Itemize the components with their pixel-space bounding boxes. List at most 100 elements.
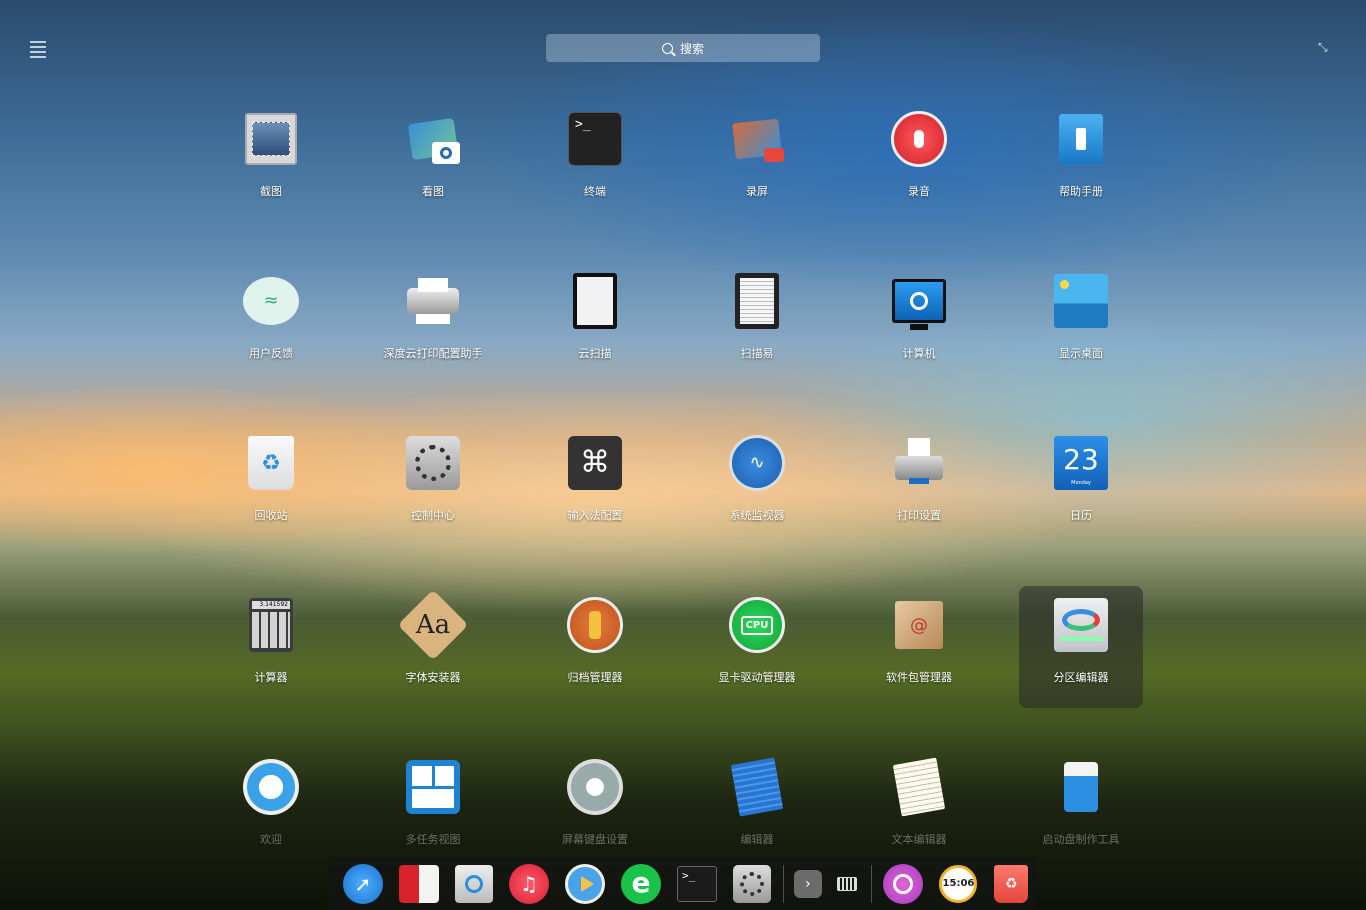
app-label: 扫描易 xyxy=(740,347,774,360)
app-label: 屏幕键盘设置 xyxy=(562,833,628,846)
app-screenshot[interactable]: 截图 xyxy=(209,100,333,222)
app-label: 欢迎 xyxy=(260,833,282,846)
calendar-weekday: Monday xyxy=(1071,480,1091,486)
app-multitask-view[interactable]: 多任务视图 xyxy=(371,748,495,870)
keyboard-icon[interactable] xyxy=(834,869,861,899)
font-installer-icon: Aa xyxy=(397,589,469,661)
clock-icon[interactable]: 15:06 xyxy=(939,864,978,904)
scanner-icon xyxy=(728,272,786,330)
app-label: 显示桌面 xyxy=(1059,347,1103,360)
app-font-installer[interactable]: Aa 字体安装器 xyxy=(371,586,495,708)
app-label: 日历 xyxy=(1070,509,1092,522)
trash-icon[interactable]: ♻ xyxy=(993,864,1029,904)
app-label: 分区编辑器 xyxy=(1053,671,1109,684)
music-icon[interactable]: ♫ xyxy=(509,863,549,904)
onboard-settings-icon xyxy=(566,758,624,816)
archive-manager-icon xyxy=(566,596,624,654)
app-print-settings[interactable]: 打印设置 xyxy=(857,424,981,546)
text-editor-icon xyxy=(890,757,948,817)
terminal-icon: >_ xyxy=(566,110,624,168)
app-label: 归档管理器 xyxy=(567,671,623,684)
app-label: 多任务视图 xyxy=(405,833,461,846)
app-label: 编辑器 xyxy=(740,833,774,846)
app-boot-maker[interactable]: 启动盘制作工具 xyxy=(1019,748,1143,870)
calendar-icon: 23 Monday xyxy=(1052,434,1110,492)
app-cloud-scan[interactable]: 云扫描 xyxy=(533,262,657,384)
calculator-display: 3.141592 xyxy=(252,601,290,609)
app-label: 录屏 xyxy=(746,185,768,198)
search-icon xyxy=(661,42,673,54)
settings-icon[interactable] xyxy=(733,864,771,904)
app-partition-editor[interactable]: 分区编辑器 xyxy=(1019,586,1143,708)
app-computer[interactable]: 计算机 xyxy=(857,262,981,384)
welcome-icon xyxy=(242,758,300,816)
exit-fullscreen-icon[interactable]: ⤡ xyxy=(1318,40,1332,54)
app-label: 终端 xyxy=(584,185,606,198)
gpu-chip-label: CPU xyxy=(740,615,774,635)
app-feedback[interactable]: ≈ 用户反馈 xyxy=(209,262,333,384)
package-manager-icon: @ xyxy=(890,596,948,654)
app-label: 看图 xyxy=(422,185,444,198)
app-label: 云扫描 xyxy=(578,347,612,360)
show-desktop-icon xyxy=(1052,272,1110,330)
app-control-center[interactable]: 控制中心 xyxy=(371,424,495,546)
app-store-icon[interactable] xyxy=(455,864,493,904)
system-monitor-icon: ∿ xyxy=(728,434,786,492)
app-text-editor[interactable]: 文本编辑器 xyxy=(857,748,981,870)
app-welcome[interactable]: 欢迎 xyxy=(209,748,333,870)
app-label: 计算器 xyxy=(254,671,288,684)
expand-icon[interactable]: › xyxy=(793,869,822,899)
launcher-icon[interactable]: ➚ xyxy=(343,863,383,904)
app-package-manager[interactable]: @ 软件包管理器 xyxy=(857,586,981,708)
app-calendar[interactable]: 23 Monday 日历 xyxy=(1019,424,1143,546)
power-icon[interactable] xyxy=(883,863,924,904)
app-input-method[interactable]: ⌘ 输入法配置 xyxy=(533,424,657,546)
app-show-desktop[interactable]: 显示桌面 xyxy=(1019,262,1143,384)
app-manual[interactable]: 帮助手册 xyxy=(1019,100,1143,222)
dock-separator xyxy=(870,864,872,903)
app-gpu-driver[interactable]: CPU 显卡驱动管理器 xyxy=(695,586,819,708)
manual-icon xyxy=(1052,110,1110,168)
list-mode-icon[interactable] xyxy=(30,38,50,58)
app-label: 用户反馈 xyxy=(249,347,293,360)
app-voice-recorder[interactable]: 录音 xyxy=(857,100,981,222)
dock: ➚ ♫ e >_ › 15:06 ♻ xyxy=(327,857,1037,910)
app-onboard-settings[interactable]: 屏幕键盘设置 xyxy=(533,748,657,870)
file-manager-icon[interactable] xyxy=(399,864,439,904)
app-label: 控制中心 xyxy=(411,509,455,522)
browser-icon[interactable]: e xyxy=(621,863,661,904)
app-terminal[interactable]: >_ 终端 xyxy=(533,100,657,222)
app-label: 软件包管理器 xyxy=(886,671,952,684)
search-input[interactable]: 搜索 xyxy=(546,34,820,62)
font-glyph: Aa xyxy=(415,610,451,640)
calculator-icon: 3.141592 xyxy=(242,596,300,654)
movie-icon[interactable] xyxy=(565,863,605,904)
app-label: 文本编辑器 xyxy=(891,833,947,846)
trash-icon: ♻ xyxy=(242,434,300,492)
app-scanner[interactable]: 扫描易 xyxy=(695,262,819,384)
app-label: 字体安装器 xyxy=(405,671,461,684)
app-label: 系统监视器 xyxy=(729,509,785,522)
app-label: 帮助手册 xyxy=(1059,185,1103,198)
app-trash[interactable]: ♻ 回收站 xyxy=(209,424,333,546)
app-label: 回收站 xyxy=(254,509,288,522)
cloud-scan-icon xyxy=(566,272,624,330)
computer-icon xyxy=(890,272,948,330)
app-label: 打印设置 xyxy=(897,509,941,522)
input-method-icon: ⌘ xyxy=(566,434,624,492)
app-screen-recorder[interactable]: 录屏 xyxy=(695,100,819,222)
boot-maker-icon xyxy=(1052,758,1110,816)
screen-recorder-icon xyxy=(728,110,786,168)
voice-recorder-icon xyxy=(890,110,948,168)
terminal-icon[interactable]: >_ xyxy=(677,864,717,904)
app-label: 深度云打印配置助手 xyxy=(383,347,483,360)
app-calculator[interactable]: 3.141592 计算器 xyxy=(209,586,333,708)
app-archive-manager[interactable]: 归档管理器 xyxy=(533,586,657,708)
app-image-viewer[interactable]: 看图 xyxy=(371,100,495,222)
app-printer-config[interactable]: 深度云打印配置助手 xyxy=(371,262,495,384)
app-label: 截图 xyxy=(260,185,282,198)
calendar-day: 23 xyxy=(1063,443,1099,476)
app-system-monitor[interactable]: ∿ 系统监视器 xyxy=(695,424,819,546)
clock-text: 15:06 xyxy=(939,864,978,903)
app-editor[interactable]: 编辑器 xyxy=(695,748,819,870)
